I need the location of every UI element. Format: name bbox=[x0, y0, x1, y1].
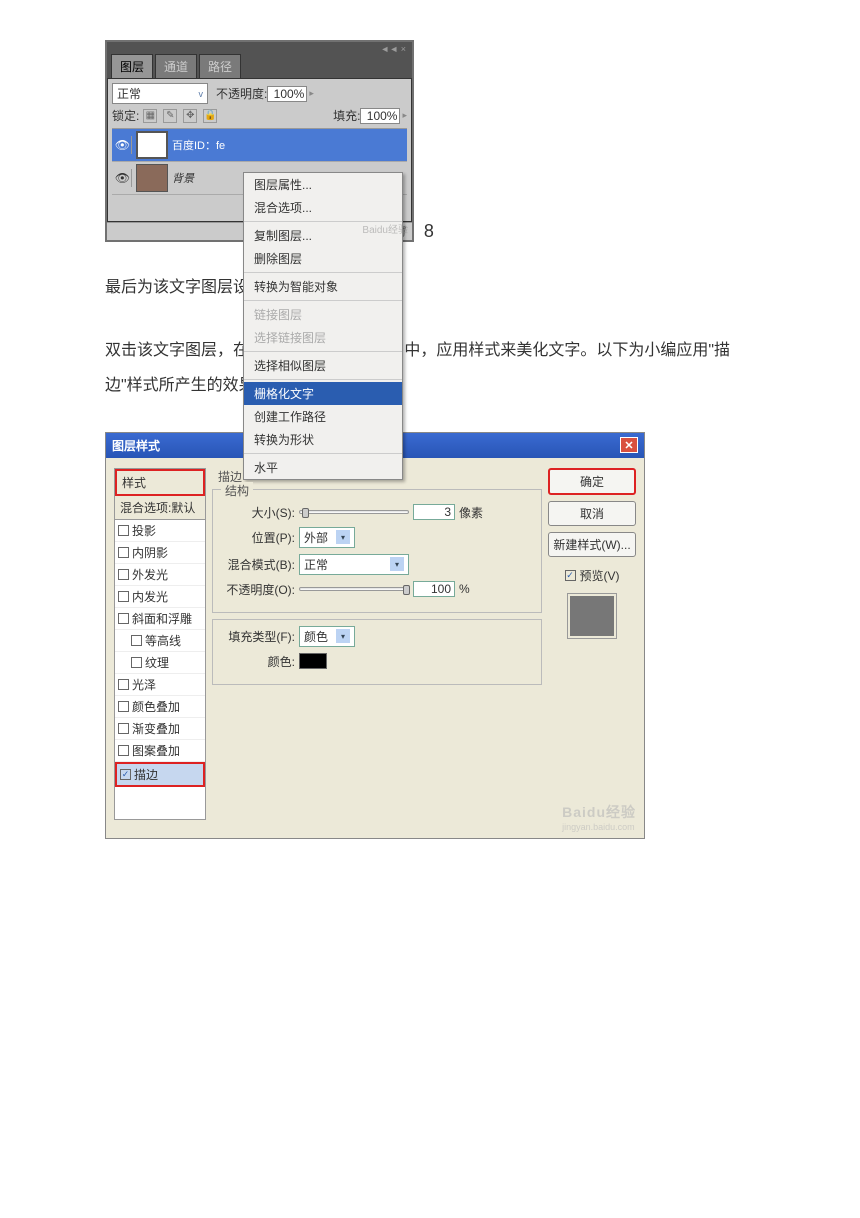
style-item-stroke[interactable]: ✓描边 bbox=[115, 762, 205, 787]
position-label: 位置(P): bbox=[219, 529, 295, 546]
fill-input[interactable]: 100% bbox=[360, 108, 400, 124]
style-item[interactable]: 斜面和浮雕 bbox=[115, 608, 205, 630]
lock-paint-icon[interactable]: ✎ bbox=[163, 109, 177, 123]
menu-item-disabled: 选择链接图层 bbox=[244, 326, 402, 349]
chevron-down-icon: ▾ bbox=[336, 530, 350, 544]
lock-label: 锁定: bbox=[112, 107, 139, 124]
lock-transparency-icon[interactable]: ▦ bbox=[143, 109, 157, 123]
text-layer-thumb: T bbox=[136, 131, 168, 159]
chevron-down-icon: v bbox=[199, 89, 204, 99]
visibility-icon[interactable]: 👁 bbox=[114, 136, 132, 154]
lock-icons: ▦ ✎ ✥ 🔒 bbox=[143, 109, 217, 123]
menu-item[interactable]: 转换为智能对象 bbox=[244, 275, 402, 298]
style-item[interactable]: 渐变叠加 bbox=[115, 718, 205, 740]
menu-item-rasterize-type[interactable]: 栅格化文字 bbox=[244, 382, 402, 405]
opacity-input[interactable]: 100% bbox=[267, 86, 307, 102]
tab-layers[interactable]: 图层 bbox=[111, 54, 153, 78]
menu-item[interactable]: 混合选项... bbox=[244, 196, 402, 219]
fill-fieldset: 填充类型(F): 颜色▾ 颜色: bbox=[212, 619, 542, 685]
size-input[interactable]: 3 bbox=[413, 504, 455, 520]
figure-number: 8 bbox=[424, 221, 434, 242]
fill-type-select[interactable]: 颜色▾ bbox=[299, 626, 355, 647]
tab-channels[interactable]: 通道 bbox=[155, 54, 197, 78]
dialog-title: 图层样式 bbox=[112, 437, 160, 454]
blend-mode-select[interactable]: 正常▾ bbox=[299, 554, 409, 575]
blend-mode-value: 正常 bbox=[117, 85, 141, 102]
menu-item-disabled: 链接图层 bbox=[244, 303, 402, 326]
fill-label: 填充: bbox=[333, 107, 360, 124]
preview-swatch bbox=[568, 594, 616, 638]
close-icon[interactable]: ✕ bbox=[620, 437, 638, 453]
opacity-label: 不透明度: bbox=[216, 85, 267, 102]
layer-name: 背景 bbox=[172, 170, 194, 186]
style-item[interactable]: 投影 bbox=[115, 520, 205, 542]
blend-options-default[interactable]: 混合选项:默认 bbox=[115, 496, 205, 520]
menu-item[interactable]: 创建工作路径 bbox=[244, 405, 402, 428]
visibility-icon[interactable]: 👁 bbox=[114, 169, 132, 187]
background-thumb bbox=[136, 164, 168, 192]
opacity-flyout-icon[interactable]: ▸ bbox=[309, 88, 314, 99]
menu-item[interactable]: 选择相似图层 bbox=[244, 354, 402, 377]
watermark: Baidu经验 bbox=[362, 221, 408, 236]
tab-paths[interactable]: 路径 bbox=[199, 54, 241, 78]
size-unit: 像素 bbox=[459, 504, 483, 521]
fill-type-label: 填充类型(F): bbox=[219, 628, 295, 645]
color-swatch[interactable] bbox=[299, 653, 327, 669]
new-style-button[interactable]: 新建样式(W)... bbox=[548, 532, 636, 557]
layer-row-selected[interactable]: 👁 T 百度ID：fe bbox=[112, 129, 407, 162]
panel-tabs: 图层 通道 路径 bbox=[107, 54, 412, 78]
color-label: 颜色: bbox=[219, 653, 295, 670]
style-item[interactable]: 光泽 bbox=[115, 674, 205, 696]
menu-item[interactable]: 转换为形状 bbox=[244, 428, 402, 451]
style-item[interactable]: 纹理 bbox=[115, 652, 205, 674]
cancel-button[interactable]: 取消 bbox=[548, 501, 636, 526]
watermark: Baidu经验 jingyan.baidu.com bbox=[562, 802, 636, 832]
style-item[interactable]: 图案叠加 bbox=[115, 740, 205, 762]
panel-collapse-icon[interactable]: ◄◄ × bbox=[380, 44, 406, 54]
opacity-slider[interactable] bbox=[299, 587, 409, 591]
size-label: 大小(S): bbox=[219, 504, 295, 521]
chevron-down-icon: ▾ bbox=[336, 629, 350, 643]
position-select[interactable]: 外部▾ bbox=[299, 527, 355, 548]
dialog-buttons: 确定 取消 新建样式(W)... ✓预览(V) bbox=[548, 468, 636, 820]
lock-all-icon[interactable]: 🔒 bbox=[203, 109, 217, 123]
style-item[interactable]: 颜色叠加 bbox=[115, 696, 205, 718]
structure-legend: 结构 bbox=[221, 482, 253, 499]
opacity-input[interactable]: 100 bbox=[413, 581, 455, 597]
layer-context-menu: 图层属性... 混合选项... 复制图层... 删除图层 转换为智能对象 链接图… bbox=[243, 172, 403, 480]
styles-header[interactable]: 样式 bbox=[115, 469, 205, 496]
paragraph: 双击该文字图层，在打开的"图层样式"窗口中，应用样式来美化文字。以下为小编应用"… bbox=[105, 333, 755, 403]
panel-min-controls: ◄◄ × bbox=[107, 42, 412, 54]
style-item[interactable]: 内阴影 bbox=[115, 542, 205, 564]
section-title: 描边 bbox=[218, 468, 542, 485]
layer-name: 百度ID：fe bbox=[172, 137, 225, 153]
style-item[interactable]: 等高线 bbox=[115, 630, 205, 652]
fill-flyout-icon[interactable]: ▸ bbox=[402, 110, 407, 121]
preview-checkbox[interactable]: ✓预览(V) bbox=[548, 567, 636, 584]
layers-panel: ◄◄ × 图层 通道 路径 正常 v 不透明度: bbox=[107, 42, 412, 240]
paragraph: 最后为该文字图层设置样式： bbox=[105, 270, 755, 305]
size-slider[interactable] bbox=[299, 510, 409, 514]
style-item[interactable]: 外发光 bbox=[115, 564, 205, 586]
blend-mode-label: 混合模式(B): bbox=[219, 556, 295, 573]
stroke-settings: 描边 结构 大小(S): 3 像素 位置(P): 外部▾ bbox=[212, 468, 542, 820]
structure-fieldset: 结构 大小(S): 3 像素 位置(P): 外部▾ 混合模式(B bbox=[212, 489, 542, 613]
menu-item[interactable]: 删除图层 bbox=[244, 247, 402, 270]
opacity-unit: % bbox=[459, 582, 470, 596]
layer-style-dialog: 图层样式 ✕ 样式 混合选项:默认 投影 内阴影 外发光 内发光 斜面和浮雕 等… bbox=[105, 432, 645, 839]
ok-button[interactable]: 确定 bbox=[548, 468, 636, 495]
blend-mode-select[interactable]: 正常 v bbox=[112, 83, 208, 104]
menu-item[interactable]: 图层属性... bbox=[244, 173, 402, 196]
lock-position-icon[interactable]: ✥ bbox=[183, 109, 197, 123]
style-item[interactable]: 内发光 bbox=[115, 586, 205, 608]
chevron-down-icon: ▾ bbox=[390, 557, 404, 571]
style-list: 样式 混合选项:默认 投影 内阴影 外发光 内发光 斜面和浮雕 等高线 纹理 光… bbox=[114, 468, 206, 820]
opacity-label: 不透明度(O): bbox=[219, 581, 295, 598]
